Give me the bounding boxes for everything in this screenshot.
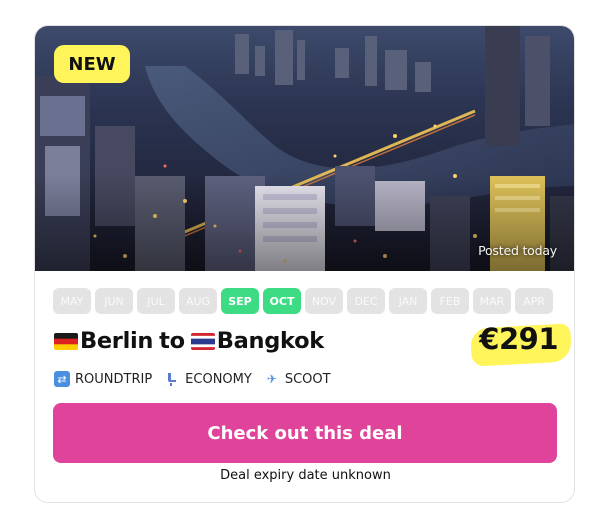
new-badge: NEW [54, 45, 130, 83]
airline-tag: ✈ SCOOT [264, 371, 331, 387]
travel-months: MAY JUN JUL AUG SEP OCT NOV DEC JAN FEB MAR APR [53, 288, 553, 314]
month-chip-nov: NOV [305, 288, 343, 314]
cabin-tag: ECONOMY [164, 371, 252, 387]
trip-type-label: ROUNDTRIP [75, 371, 153, 387]
thailand-flag-icon [190, 332, 215, 350]
origin-city: Berlin [80, 328, 154, 354]
destination-photo[interactable]: NEW Posted today [35, 26, 574, 271]
cabin-label: ECONOMY [185, 371, 252, 387]
month-chip-may: MAY [53, 288, 91, 314]
month-chip-sep: SEP [221, 288, 259, 314]
seat-icon [164, 371, 180, 387]
airplane-icon: ✈ [266, 372, 277, 386]
check-out-deal-button[interactable]: Check out this deal [53, 403, 557, 463]
month-chip-apr: APR [515, 288, 553, 314]
month-chip-oct: OCT [263, 288, 301, 314]
month-chip-aug: AUG [179, 288, 217, 314]
route-connector: to [159, 328, 185, 354]
destination-city: Bangkok [216, 328, 324, 354]
roundtrip-icon: ⇄ [54, 371, 70, 387]
month-chip-jan: JAN [389, 288, 427, 314]
trip-type-tag: ⇄ ROUNDTRIP [54, 371, 152, 387]
airline-label: SCOOT [284, 371, 331, 387]
posted-date: Posted today [478, 243, 557, 258]
deal-expiry-note: Deal expiry date unknown [220, 468, 391, 483]
germany-flag-icon [54, 332, 78, 350]
month-chip-feb: FEB [431, 288, 469, 314]
route-title: Berlin to Bangkok [54, 328, 324, 354]
month-chip-dec: DEC [347, 288, 385, 314]
price: €291 [479, 322, 558, 356]
month-chip-mar: MAR [473, 288, 511, 314]
deal-card[interactable]: NEW Posted today MAY JUN JUL AUG SEP OCT NOV DE… [34, 25, 575, 503]
price-container: €291 [470, 322, 573, 367]
month-chip-jul: JUL [137, 288, 175, 314]
deal-tags: ⇄ ROUNDTRIP ECONOMY ✈ SCOOT [54, 371, 331, 387]
month-chip-jun: JUN [95, 288, 133, 314]
